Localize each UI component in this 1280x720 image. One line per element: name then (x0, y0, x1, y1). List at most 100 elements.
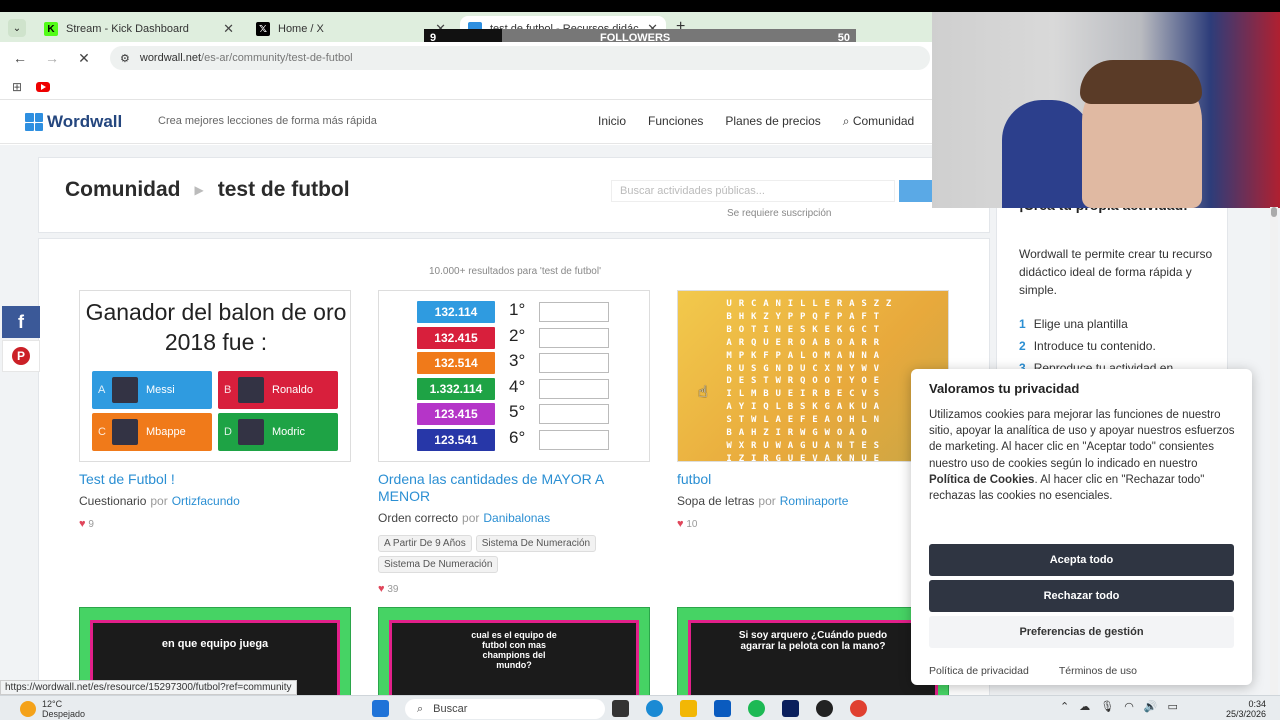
wordsearch-letter: Y (775, 311, 781, 322)
cookie-policy-link[interactable]: Política de Cookies (929, 474, 1034, 486)
chrome-icon[interactable] (850, 700, 867, 717)
windows-start-icon[interactable] (372, 700, 389, 717)
taskbar-pinned-apps (612, 700, 867, 717)
nav-comunidad[interactable]: ⌕ Comunidad (843, 114, 914, 129)
activity-thumbnail[interactable]: cual es el equipo de futbol con mas cham… (378, 607, 650, 699)
order-value: 123.541 (417, 428, 495, 451)
chevron-right-icon: ▶ (194, 183, 204, 197)
spotify-icon[interactable] (748, 700, 765, 717)
main-nav: Inicio Funciones Planes de precios ⌕ Com… (598, 114, 914, 129)
wordsearch-letter: N (849, 350, 855, 361)
wordsearch-letter: O (861, 428, 867, 439)
nav-funciones[interactable]: Funciones (648, 114, 703, 129)
wordsearch-letter: M (726, 350, 732, 361)
reject-all-button[interactable]: Rechazar todo (929, 580, 1234, 612)
accept-all-button[interactable]: Acepta todo (929, 544, 1234, 576)
volume-icon[interactable]: 🔊 (1144, 700, 1158, 713)
community-search-input[interactable]: Buscar actividades públicas... (611, 180, 895, 202)
author-link[interactable]: Ortizfacundo (172, 494, 240, 508)
quiz-thumbnail[interactable]: Ganador del balon de oro 2018 fue : A Mes… (79, 290, 351, 462)
close-tab-icon[interactable]: ✕ (223, 21, 234, 37)
activity-title[interactable]: Ordena las cantidades de MAYOR A MENOR (378, 471, 650, 505)
wordsearch-letter: G (849, 324, 855, 335)
wordsearch-letter: W (775, 440, 781, 451)
wifi-icon[interactable]: ◠ (1124, 700, 1134, 713)
page-scrollbar[interactable] (1270, 207, 1278, 695)
obs-icon[interactable] (816, 700, 833, 717)
wordsearch-letter (895, 414, 907, 427)
disney-icon[interactable] (782, 700, 799, 717)
tab-search-dropdown-icon[interactable]: ⌄ (8, 19, 26, 37)
nav-planes[interactable]: Planes de precios (725, 114, 820, 129)
wordsearch-letter: K (812, 402, 818, 413)
tag[interactable]: Sistema De Numeración (378, 556, 499, 573)
activity-card[interactable]: Ganador del balon de oro 2018 fue : A Mes… (79, 290, 351, 530)
wordsearch-letter: E (861, 440, 867, 451)
author-link[interactable]: Danibalonas (483, 511, 550, 525)
file-explorer-icon[interactable] (680, 700, 697, 717)
wordsearch-letter: W (824, 428, 830, 439)
wordsearch-letter: X (738, 440, 745, 451)
taskbar-clock[interactable]: 0:34 25/3/2026 (1226, 699, 1266, 719)
microphone-icon[interactable]: 🎙 (1100, 700, 1114, 713)
wordsearch-letter: D (726, 376, 732, 387)
edge-icon[interactable] (646, 700, 663, 717)
address-bar[interactable]: ⚙ wordwall.net/es-ar/community/test-de-f… (110, 46, 930, 70)
wordsearch-letter: W (750, 415, 757, 426)
wordsearch-letter: K (750, 311, 757, 322)
taskbar-search[interactable]: ⌕ Buscar (405, 699, 605, 719)
forward-arrow-icon[interactable]: → (36, 50, 68, 66)
wordsearch-letter: L (812, 299, 818, 309)
wordsearch-letter: G (824, 402, 830, 413)
site-info-icon[interactable]: ⚙ (120, 52, 130, 65)
wordwall-logo[interactable]: Wordwall (25, 112, 122, 132)
tag[interactable]: Sistema De Numeración (475, 535, 597, 552)
chevron-up-icon[interactable]: ⌃ (1060, 700, 1069, 713)
wordsearch-letter: K (849, 402, 855, 413)
task-view-icon[interactable] (612, 700, 629, 717)
weather-widget[interactable]: 12°C Despejado (20, 699, 85, 719)
activity-title[interactable]: futbol (677, 471, 949, 488)
privacy-policy-link[interactable]: Política de privacidad (929, 665, 1029, 677)
facebook-share-icon[interactable]: f (2, 306, 40, 338)
wordsearch-letter: A (763, 299, 769, 309)
activity-card[interactable]: URCANILLERASZZBHKZYPPQFPAFTBOTINESKEKGCT… (677, 290, 949, 530)
activity-thumbnail[interactable]: Si soy arquero ¿Cuándo puedo agarrar la … (677, 607, 949, 699)
wordsearch-letter: H (849, 415, 855, 426)
wordsearch-letter: B (787, 402, 794, 413)
activity-card[interactable]: 132.114 1° 132.415 2° 132.514 3° 1.332.114 4° 12… (378, 290, 650, 595)
order-thumbnail[interactable]: 132.114 1° 132.415 2° 132.514 3° 1.332.114 4° 12… (378, 290, 650, 462)
wordsearch-letter: A (787, 350, 794, 361)
wordsearch-letter: A (787, 440, 794, 451)
create-activity-panel: ¡Crea tu propia actividad! Wordwall te p… (996, 197, 1228, 387)
wordsearch-letter: W (726, 440, 732, 451)
wordsearch-letter (895, 401, 907, 414)
wordsearch-letter: B (824, 337, 830, 348)
wordsearch-letter (882, 324, 894, 337)
wordsearch-letter: R (836, 299, 843, 309)
wordsearch-thumbnail[interactable]: URCANILLERASZZBHKZYPPQFPAFTBOTINESKEKGCT… (677, 290, 949, 462)
activity-title[interactable]: Test de Futbol ! (79, 471, 351, 488)
tab-kick-dashboard[interactable]: K Stream - Kick Dashboard ✕ (36, 16, 242, 42)
terms-link[interactable]: Términos de uso (1059, 665, 1137, 677)
wordsearch-letter (882, 337, 894, 350)
manage-preferences-button[interactable]: Preferencias de gestión (929, 616, 1234, 648)
pinterest-share-button[interactable]: P (2, 340, 40, 372)
author-link[interactable]: Rominaporte (780, 494, 849, 508)
wordsearch-letter: T (750, 324, 757, 335)
tag[interactable]: A Partir De 9 Años (378, 535, 472, 552)
wordsearch-letter: Z (873, 299, 880, 309)
wordsearch-letter: Y (849, 376, 855, 387)
youtube-bookmark-icon[interactable] (36, 81, 51, 92)
wordsearch-letter (882, 401, 894, 414)
store-icon[interactable] (714, 700, 731, 717)
onedrive-icon[interactable]: ☁ (1079, 700, 1090, 713)
wordsearch-letter: L (763, 415, 769, 426)
breadcrumb-root[interactable]: Comunidad (65, 178, 181, 202)
apps-grid-icon[interactable]: ⊞ (12, 80, 22, 94)
wordsearch-letter: P (787, 311, 794, 322)
back-arrow-icon[interactable]: ← (4, 50, 36, 66)
battery-icon[interactable]: ▭ (1168, 700, 1178, 713)
stop-loading-icon[interactable]: ✕ (68, 50, 100, 67)
nav-inicio[interactable]: Inicio (598, 114, 626, 129)
